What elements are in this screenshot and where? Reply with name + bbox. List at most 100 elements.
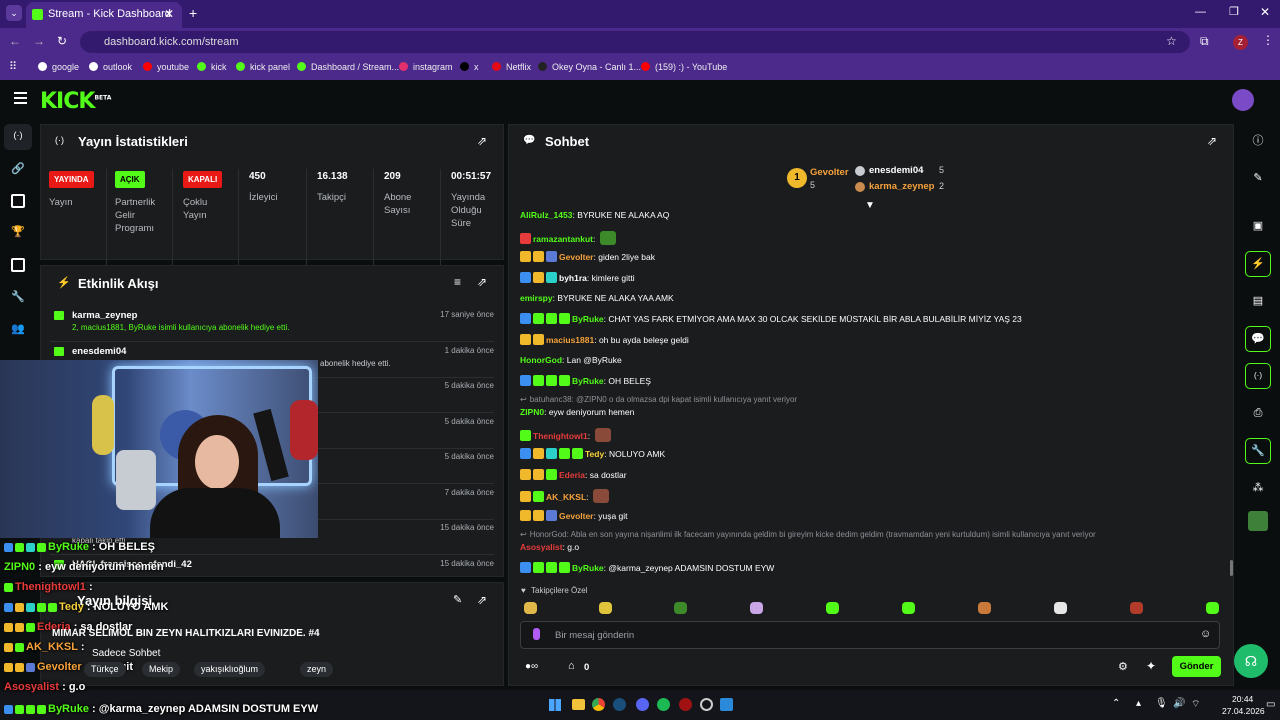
- chat-message[interactable]: ByRuke: @karma_zeynep ADAMSIN DOSTUM EYW: [520, 562, 774, 573]
- emote-button[interactable]: [902, 602, 915, 614]
- chat-message[interactable]: ZIPN0: eyw deniyorum hemen: [520, 407, 634, 417]
- bookmark-star-icon[interactable]: ☆: [1166, 34, 1177, 48]
- chat-mode-icon[interactable]: ✦: [1146, 659, 1156, 673]
- emote-button[interactable]: [1054, 602, 1067, 614]
- chat-settings-icon[interactable]: ⚙: [1118, 660, 1128, 673]
- chat-message[interactable]: macius1881: oh bu ayda beleşe geldi: [520, 334, 689, 345]
- share-icon[interactable]: ⁂: [1245, 475, 1271, 501]
- broadcast-toggle-icon[interactable]: (·): [1245, 363, 1271, 389]
- bookmark-item[interactable]: instagram: [399, 62, 453, 72]
- epic-icon[interactable]: [679, 698, 692, 711]
- media-icon[interactable]: [11, 258, 25, 272]
- printer-icon[interactable]: ⎙: [1245, 400, 1271, 426]
- gift-icon[interactable]: ⌂: [568, 660, 575, 672]
- tray-chevron-icon[interactable]: ⌃: [1112, 698, 1120, 709]
- chrome-icon[interactable]: [592, 698, 605, 711]
- notification-icon[interactable]: ▭: [1266, 699, 1275, 710]
- popout-stats-icon[interactable]: ⇗: [477, 134, 487, 148]
- chat-message[interactable]: ByRuke: CHAT YAS FARK ETMİYOR AMA MAX 30…: [520, 313, 1022, 324]
- chat-message[interactable]: emirspy: BYRUKE NE ALAKA YAA AMK: [520, 293, 674, 303]
- url-field[interactable]: dashboard.kick.com/stream: [80, 31, 1190, 53]
- bookmark-item[interactable]: (159) :) - YouTube: [641, 62, 727, 72]
- bookmark-item[interactable]: Dashboard / Stream...: [297, 62, 399, 72]
- maximize-button[interactable]: ❐: [1229, 5, 1239, 18]
- chat-username[interactable]: Ederia: [559, 470, 585, 480]
- bookmark-item[interactable]: x: [460, 62, 479, 72]
- emote-button[interactable]: [826, 602, 839, 614]
- link-icon[interactable]: 🔗: [11, 162, 25, 176]
- support-fab[interactable]: ☊: [1234, 644, 1268, 678]
- minimize-button[interactable]: —: [1195, 6, 1206, 18]
- info-icon[interactable]: ⓘ: [1245, 128, 1271, 154]
- hamburger-menu-icon[interactable]: [14, 92, 27, 104]
- trophy-icon[interactable]: 🏆: [11, 225, 25, 239]
- bookmark-item[interactable]: Netflix: [492, 62, 531, 72]
- chat-username[interactable]: Thenightowl1: [533, 431, 588, 441]
- chat-username[interactable]: ByRuke: [572, 314, 604, 324]
- stream-broadcast-icon[interactable]: (·): [11, 130, 25, 144]
- new-tab-button[interactable]: +: [189, 5, 197, 21]
- chat-username[interactable]: AK_KKSL: [546, 492, 586, 502]
- chat-input[interactable]: Bir mesaj gönderin ☺: [520, 621, 1220, 649]
- popout-info-icon[interactable]: ⇗: [477, 593, 487, 607]
- chat-message[interactable]: ByRuke: OH BELEŞ: [520, 375, 651, 386]
- users-icon[interactable]: ●∞: [525, 661, 538, 672]
- emote-button[interactable]: [750, 602, 763, 614]
- explorer-icon[interactable]: [572, 699, 585, 710]
- chat-username[interactable]: Gevolter: [559, 511, 594, 521]
- chat-message[interactable]: AK_KKSL:: [520, 489, 609, 503]
- discord-icon[interactable]: [636, 698, 649, 711]
- chat-message[interactable]: Gevolter: giden 2liye bak: [520, 251, 655, 262]
- chat-username[interactable]: Gevolter: [559, 252, 594, 262]
- emote-button[interactable]: [978, 602, 991, 614]
- chat-username[interactable]: ByRuke: [572, 563, 604, 573]
- chat-username[interactable]: ramazantankut: [533, 234, 593, 244]
- scan-icon[interactable]: ▣: [1245, 213, 1271, 239]
- chat-username[interactable]: emirspy: [520, 293, 553, 303]
- edit-icon[interactable]: ✎: [1245, 165, 1271, 191]
- apps-grid-icon[interactable]: ⠿: [9, 60, 17, 73]
- spotify-icon[interactable]: [657, 698, 670, 711]
- bookmark-item[interactable]: google: [38, 62, 79, 72]
- app-tile-icon[interactable]: [1248, 511, 1268, 531]
- chat-message[interactable]: Asosyalist: g.o: [520, 542, 579, 552]
- browser-tab[interactable]: Stream - Kick Dashboard ✕: [26, 2, 182, 28]
- notes-icon[interactable]: ▤: [1245, 288, 1271, 314]
- popout-chat-icon[interactable]: ⇗: [1207, 134, 1217, 148]
- kick-logo[interactable]: KICKBETA: [40, 89, 111, 114]
- send-button[interactable]: Gönder: [1172, 656, 1221, 677]
- popout-activity-icon[interactable]: ⇗: [477, 275, 487, 289]
- chat-message[interactable]: Gevolter: yuşa git: [520, 510, 628, 521]
- extensions-icon[interactable]: ⧉: [1200, 34, 1209, 49]
- filter-icon[interactable]: ≡: [454, 275, 461, 289]
- chat-message[interactable]: ramazantankut:: [520, 231, 616, 245]
- emote-button[interactable]: [1130, 602, 1143, 614]
- bookmark-item[interactable]: kick: [197, 62, 227, 72]
- chat-message[interactable]: Thenightowl1:: [520, 428, 611, 442]
- profile-avatar[interactable]: Z: [1233, 35, 1248, 50]
- steam-icon[interactable]: [613, 698, 626, 711]
- start-icon[interactable]: [549, 699, 561, 711]
- close-window-button[interactable]: ✕: [1260, 5, 1270, 19]
- emote-button[interactable]: [524, 602, 537, 614]
- browser-menu-icon[interactable]: ⋮: [1262, 33, 1274, 47]
- chat-message[interactable]: HonorGod: Lan @ByRuke: [520, 355, 622, 365]
- tab-menu-button[interactable]: ⌄: [6, 5, 22, 21]
- chat-toggle-icon[interactable]: 💬: [1245, 326, 1271, 352]
- chat-message[interactable]: Ederia: sa dostlar: [520, 469, 627, 480]
- chevron-down-icon[interactable]: ▼: [865, 200, 875, 211]
- tools-icon[interactable]: 🔧: [11, 290, 25, 304]
- stream-tag[interactable]: Türkçe: [84, 662, 126, 677]
- chat-username[interactable]: AliRulz_1453: [520, 210, 572, 220]
- chat-username[interactable]: Asosyalist: [520, 542, 563, 552]
- stream-tag[interactable]: zeyn: [300, 662, 334, 677]
- chat-reply-context[interactable]: ↩ batuhanc38: @ZIPN0 o da olmazsa dpi kap…: [520, 395, 797, 404]
- emoji-picker-icon[interactable]: ☺: [1200, 628, 1211, 640]
- emote-button[interactable]: [674, 602, 687, 614]
- user-avatar[interactable]: [1232, 89, 1254, 111]
- chat-message[interactable]: Tedy: NOLUYO AMK: [520, 448, 665, 459]
- chat-username[interactable]: ZIPN0: [520, 407, 544, 417]
- pencil-edit-icon[interactable]: ✎: [453, 593, 462, 606]
- bookmark-item[interactable]: youtube: [143, 62, 189, 72]
- category-text[interactable]: Sadece Sohbet: [92, 648, 160, 659]
